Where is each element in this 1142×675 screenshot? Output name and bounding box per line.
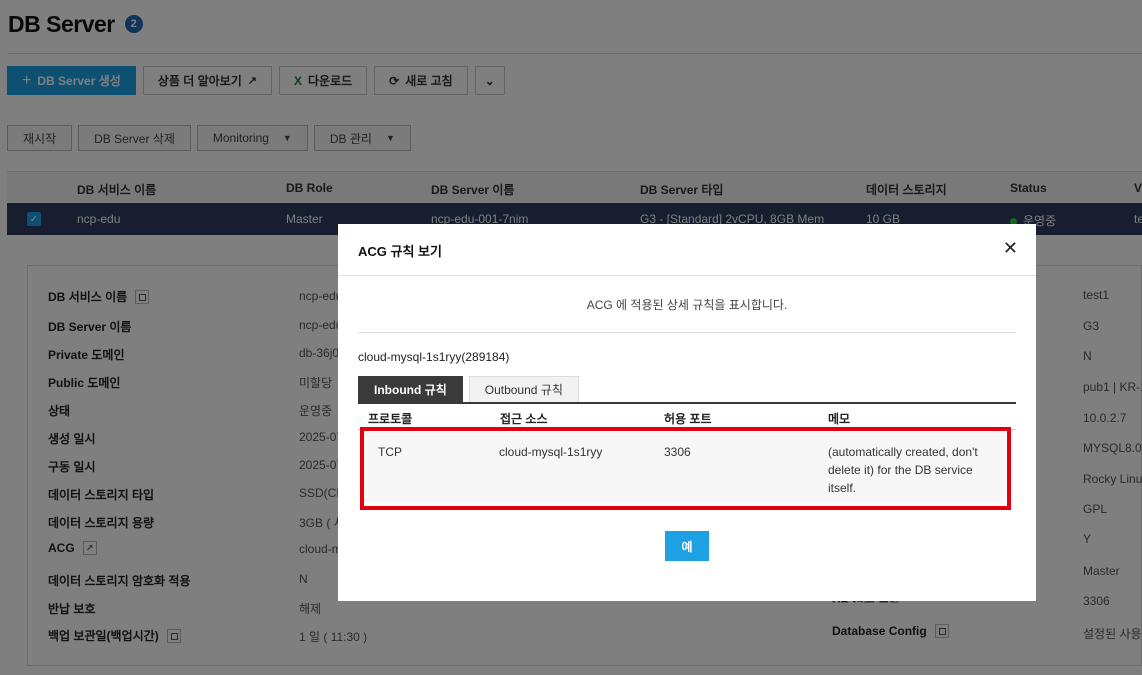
acg-rules-modal: ACG 규칙 보기 ✕ ACG 에 적용된 상세 규칙을 표시합니다. clou… xyxy=(338,224,1036,601)
modal-description: ACG 에 적용된 상세 규칙을 표시합니다. xyxy=(586,298,788,312)
rule-tabs: Inbound 규칙 Outbound 규칙 xyxy=(358,376,579,403)
highlight-box xyxy=(360,427,1011,510)
page: DB Server 2 + DB Server 생성 상품 더 알아보기 ↗ X… xyxy=(0,0,1142,675)
column-header: 접근 소스 xyxy=(500,412,548,426)
modal-divider xyxy=(358,332,1016,333)
close-icon[interactable]: ✕ xyxy=(1003,238,1018,259)
column-header: 프로토콜 xyxy=(368,412,413,426)
modal-header: ACG 규칙 보기 ✕ xyxy=(338,224,1036,276)
ok-button[interactable]: 예 xyxy=(665,531,709,561)
tab-inbound[interactable]: Inbound 규칙 xyxy=(358,376,463,403)
modal-title: ACG 규칙 보기 xyxy=(358,244,442,259)
tab-outbound[interactable]: Outbound 규칙 xyxy=(468,376,579,403)
column-header: 메모 xyxy=(828,412,851,426)
acg-name: cloud-mysql-1s1ryy(289184) xyxy=(358,350,510,364)
column-header: 허용 포트 xyxy=(664,412,712,426)
